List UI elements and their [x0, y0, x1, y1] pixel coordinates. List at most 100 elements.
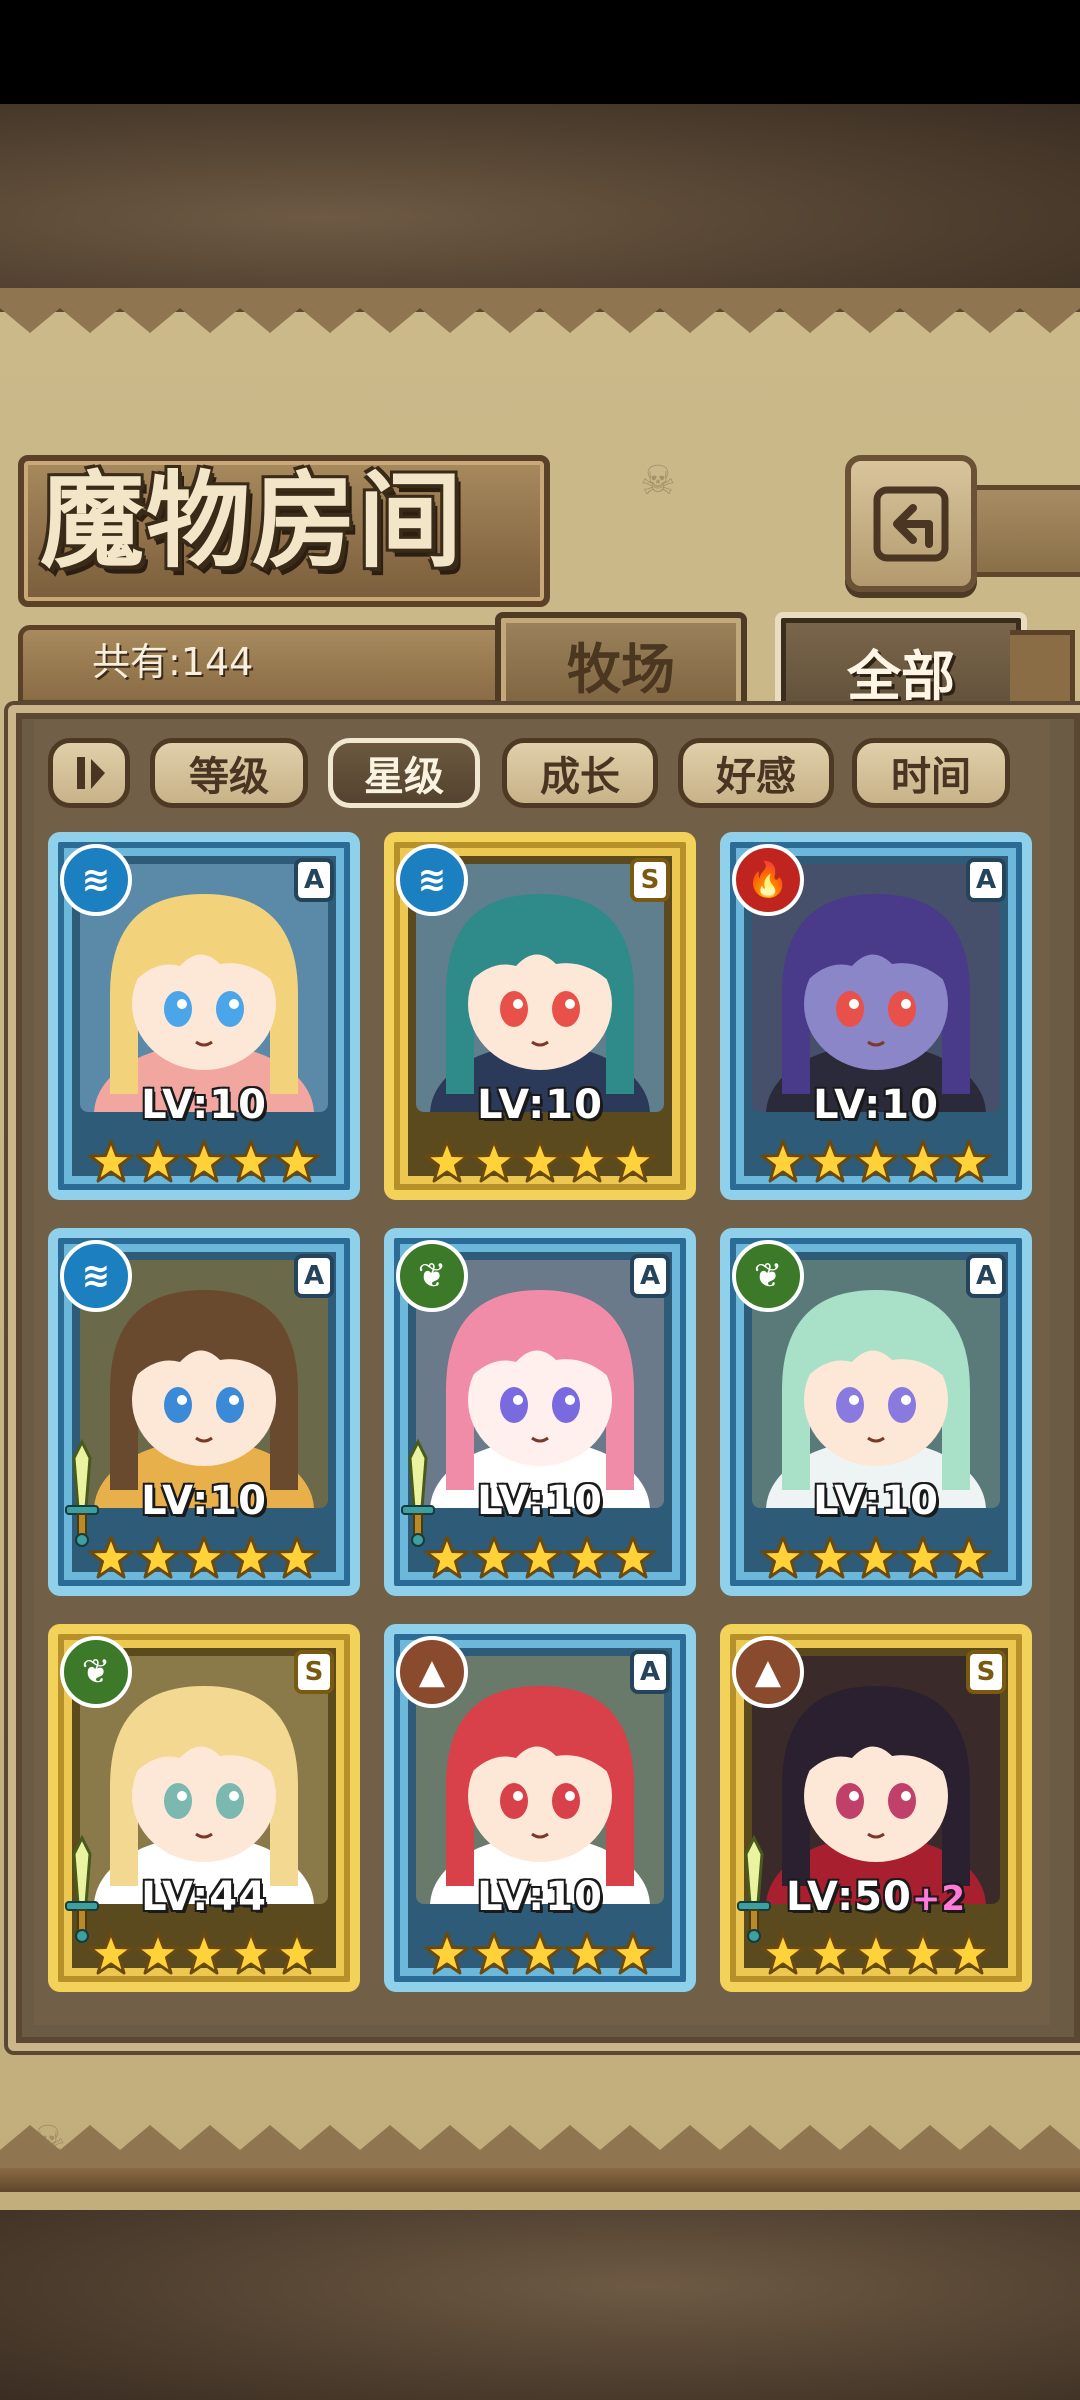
- star-icon: [610, 1139, 656, 1183]
- level-value: LV:10: [813, 1082, 939, 1128]
- rank-badge: S: [294, 1650, 334, 1694]
- level-value: LV:10: [813, 1478, 939, 1524]
- level-value: LV:10: [141, 1478, 267, 1524]
- earth-element-icon: ▲: [396, 1636, 468, 1708]
- sort-by-star-button[interactable]: 星级: [328, 738, 480, 808]
- leaf-element-icon: ❦: [732, 1240, 804, 1312]
- level-value: LV:10: [477, 1874, 603, 1920]
- zigzag-edge-top: [0, 288, 1080, 333]
- star-icon: [228, 1931, 273, 1975]
- level-value: LV:10: [477, 1478, 603, 1524]
- star-icon: [900, 1931, 945, 1975]
- fire-element-icon: 🔥: [732, 844, 804, 916]
- level-label: LV:10: [58, 1082, 350, 1128]
- star-icon: [274, 1139, 320, 1183]
- level-value: LV:44: [141, 1874, 267, 1920]
- star-rating: [424, 1132, 656, 1190]
- star-rating: [88, 1132, 320, 1190]
- page-title: 魔物房间: [40, 459, 465, 582]
- star-icon: [760, 1931, 806, 1975]
- rank-badge: A: [630, 1254, 670, 1298]
- level-label: LV:50+2: [730, 1874, 1022, 1920]
- monster-card[interactable]: ≋ A LV:10: [48, 832, 360, 1200]
- star-icon: [88, 1535, 134, 1579]
- wood-border-bottom: [0, 2168, 1080, 2192]
- status-bar: [0, 0, 1080, 104]
- level-value: LV:50: [786, 1874, 912, 1920]
- star-icon: [517, 1931, 563, 1975]
- monster-card[interactable]: ▲ S LV:50+2: [720, 1624, 1032, 1992]
- water-element-icon: ≋: [60, 844, 132, 916]
- star-icon: [946, 1931, 992, 1975]
- star-icon: [853, 1139, 899, 1183]
- monster-card[interactable]: ❦ A LV:10: [720, 1228, 1032, 1596]
- sort-order-toggle[interactable]: [48, 738, 130, 808]
- star-icon: [228, 1139, 273, 1183]
- back-arrow-icon: [873, 486, 949, 561]
- monster-card[interactable]: ≋ A LV:10: [48, 1228, 360, 1596]
- sort-direction-icon: [77, 757, 105, 789]
- star-rating: [760, 1132, 992, 1190]
- back-button[interactable]: [845, 455, 977, 592]
- leaf-element-icon: ❦: [60, 1636, 132, 1708]
- star-icon: [88, 1139, 134, 1183]
- star-icon: [181, 1931, 227, 1975]
- sort-by-affection-button[interactable]: 好感: [678, 738, 834, 808]
- star-icon: [610, 1931, 656, 1975]
- star-icon: [424, 1535, 470, 1579]
- star-icon: [807, 1535, 852, 1579]
- star-icon: [88, 1931, 134, 1975]
- star-icon: [135, 1535, 180, 1579]
- star-rating: [88, 1924, 320, 1982]
- star-icon: [807, 1931, 852, 1975]
- sort-by-growth-button[interactable]: 成长: [502, 738, 658, 808]
- star-icon: [853, 1931, 899, 1975]
- level-label: LV:10: [730, 1082, 1022, 1128]
- star-icon: [181, 1535, 227, 1579]
- star-icon: [274, 1931, 320, 1975]
- star-icon: [760, 1535, 806, 1579]
- level-label: LV:10: [394, 1874, 686, 1920]
- monster-card[interactable]: ≋ S LV:10: [384, 832, 696, 1200]
- star-icon: [900, 1139, 945, 1183]
- star-rating: [760, 1924, 992, 1982]
- star-icon: [135, 1139, 180, 1183]
- monster-card[interactable]: ▲ A LV:10: [384, 1624, 696, 1992]
- star-icon: [564, 1139, 609, 1183]
- star-icon: [424, 1931, 470, 1975]
- rank-badge: A: [630, 1650, 670, 1694]
- star-icon: [946, 1535, 992, 1579]
- star-icon: [564, 1931, 609, 1975]
- star-icon: [135, 1931, 180, 1975]
- star-icon: [517, 1139, 563, 1183]
- level-label: LV:10: [394, 1478, 686, 1524]
- star-icon: [228, 1535, 273, 1579]
- level-label: LV:10: [394, 1082, 686, 1128]
- star-icon: [471, 1139, 516, 1183]
- star-icon: [610, 1535, 656, 1579]
- water-element-icon: ≋: [60, 1240, 132, 1312]
- star-icon: [471, 1535, 516, 1579]
- star-icon: [274, 1535, 320, 1579]
- tab-ranch[interactable]: 牧场: [495, 612, 747, 716]
- star-icon: [517, 1535, 563, 1579]
- zigzag-edge-bottom: [0, 2125, 1080, 2170]
- sort-by-level-button[interactable]: 等级: [150, 738, 308, 808]
- star-icon: [900, 1535, 945, 1579]
- rank-badge: A: [966, 1254, 1006, 1298]
- star-icon: [946, 1139, 992, 1183]
- level-value: LV:10: [477, 1082, 603, 1128]
- sort-by-time-button[interactable]: 时间: [852, 738, 1010, 808]
- monster-card[interactable]: 🔥 A LV:10: [720, 832, 1032, 1200]
- back-button-rail: [970, 485, 1080, 577]
- star-rating: [88, 1528, 320, 1586]
- star-rating: [424, 1528, 656, 1586]
- star-icon: [853, 1535, 899, 1579]
- earth-element-icon: ▲: [732, 1636, 804, 1708]
- water-element-icon: ≋: [396, 844, 468, 916]
- monster-card[interactable]: ❦ S LV:44: [48, 1624, 360, 1992]
- monster-card[interactable]: ❦ A LV:10: [384, 1228, 696, 1596]
- rank-badge: A: [966, 858, 1006, 902]
- star-icon: [760, 1139, 806, 1183]
- star-icon: [807, 1139, 852, 1183]
